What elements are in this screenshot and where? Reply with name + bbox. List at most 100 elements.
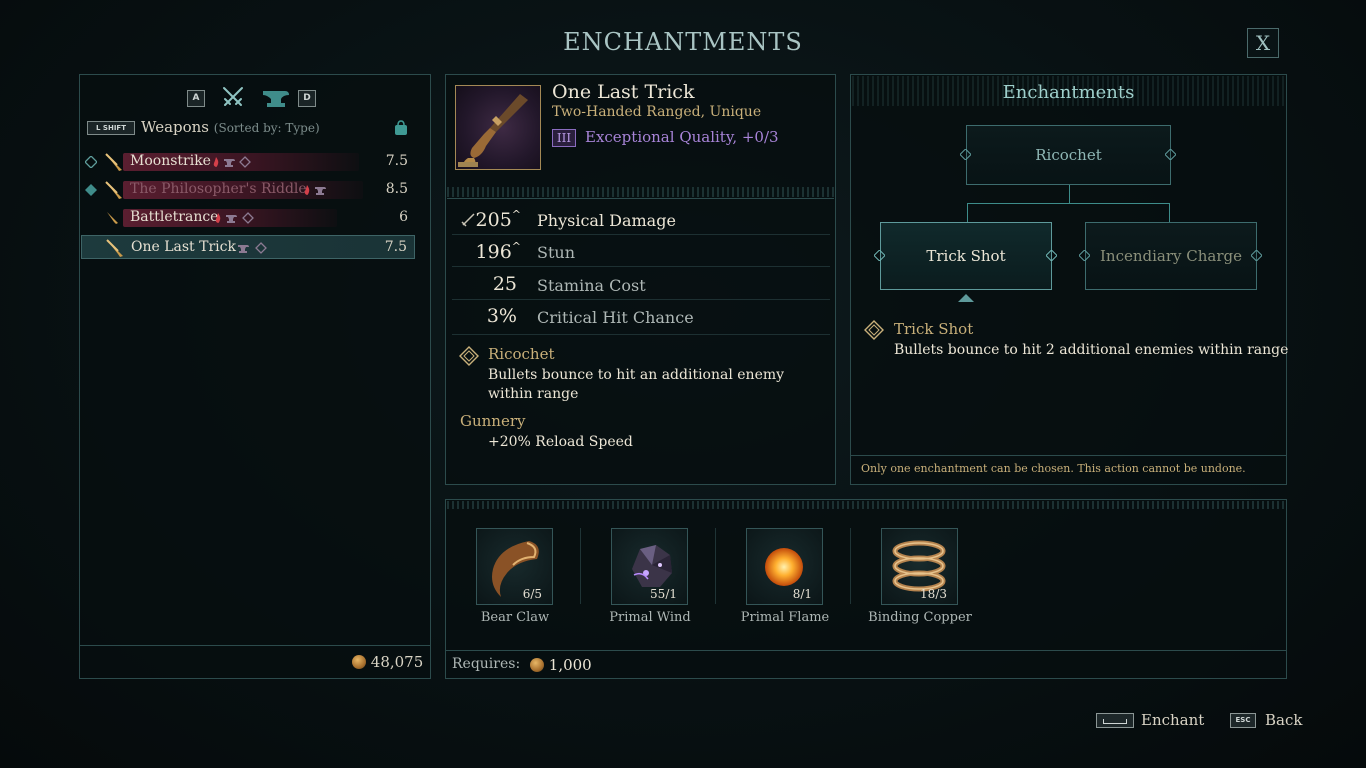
- item-quality: Exceptional Quality, +0/3: [585, 128, 779, 146]
- tree-connector: [1169, 203, 1170, 223]
- detail-divider: [447, 187, 834, 197]
- requires-label: Requires:: [452, 656, 521, 672]
- material-slot[interactable]: 18/3: [881, 528, 958, 605]
- node-diamond-icon: [874, 250, 885, 261]
- stat-label: Stamina Cost: [537, 276, 646, 295]
- anvil-icon: [224, 159, 235, 167]
- stat-row: 205^ Physical Damage: [452, 205, 830, 235]
- requires-amount: 1,000: [548, 656, 592, 674]
- list-item[interactable]: The Philosopher's Riddle 8.5: [81, 178, 415, 202]
- item-name: One Last Trick: [131, 239, 236, 255]
- stat-label: Physical Damage: [537, 211, 676, 230]
- item-title: One Last Trick: [552, 81, 695, 103]
- tree-connector: [967, 203, 1169, 204]
- diamond-icon: [239, 156, 251, 168]
- stat-row: 25 Stamina Cost: [452, 270, 830, 300]
- gold-amount: 48,075: [370, 653, 424, 671]
- list-header: Weapons (Sorted by: Type): [141, 118, 320, 136]
- passive-desc: +20% Reload Speed: [488, 434, 633, 450]
- gold-divider: [80, 645, 430, 646]
- stat-value: 25: [492, 273, 517, 295]
- item-name: Moonstrike: [130, 153, 211, 169]
- requires-cost: 1,000: [530, 656, 592, 674]
- gun-icon: [105, 153, 122, 171]
- tree-connector: [1069, 184, 1070, 204]
- back-hint-label[interactable]: Back: [1265, 711, 1302, 729]
- stat-label: Stun: [537, 243, 575, 262]
- anvil-icon: [315, 187, 326, 195]
- flame-icon: [304, 185, 310, 195]
- selected-enchant-name: Trick Shot: [894, 320, 974, 338]
- list-item[interactable]: Moonstrike 7.5: [81, 150, 415, 174]
- material-name: Primal Wind: [609, 610, 691, 625]
- stat-value: 3%: [486, 305, 517, 327]
- current-enchant-name: Ricochet: [488, 345, 555, 363]
- item-name: The Philosopher's Riddle: [130, 181, 307, 197]
- bag-icon[interactable]: [394, 120, 408, 136]
- enchant-node-incendiary-charge[interactable]: Incendiary Charge: [1085, 222, 1257, 290]
- node-diamond-icon: [1251, 250, 1262, 261]
- enchant-diamond-icon: [864, 320, 884, 340]
- flintlock-gun-icon: [458, 94, 528, 167]
- list-item[interactable]: Battletrance 6: [81, 206, 415, 230]
- item-value: 6: [399, 209, 408, 225]
- material-count: 55/1: [650, 587, 677, 601]
- pistol-icon: [107, 212, 118, 224]
- material-slot[interactable]: 6/5: [476, 528, 553, 605]
- material-slot[interactable]: 55/1: [611, 528, 688, 605]
- gold-coin-icon: [352, 655, 366, 669]
- sort-label[interactable]: (Sorted by: Type): [214, 121, 320, 135]
- gold-total: 48,075: [352, 653, 423, 671]
- list-item-selected[interactable]: One Last Trick 7.5: [81, 235, 415, 259]
- screen-title: ENCHANTMENTS: [563, 28, 803, 56]
- material-name: Primal Flame: [740, 610, 830, 625]
- anvil-icon[interactable]: [261, 85, 291, 111]
- flame-icon: [213, 157, 219, 167]
- material-count: 18/3: [920, 587, 947, 601]
- crossed-swords-icon[interactable]: [220, 84, 246, 110]
- anvil-icon: [238, 245, 249, 253]
- caret-up-icon: ^: [511, 240, 521, 253]
- caret-up-icon: ^: [511, 208, 521, 221]
- gun-icon: [105, 181, 122, 199]
- current-enchant-desc: Bullets bounce to hit an additional enem…: [488, 367, 785, 402]
- selection-caret-icon: [958, 294, 974, 302]
- materials-band: [447, 501, 1285, 509]
- material-slot[interactable]: 8/1: [746, 528, 823, 605]
- gun-icon: [106, 239, 123, 257]
- enchant-hint-label[interactable]: Enchant: [1141, 711, 1204, 729]
- stats-divider: [452, 334, 830, 335]
- material-name: Binding Copper: [868, 610, 972, 625]
- material-count: 8/1: [792, 587, 812, 601]
- passive-name: Gunnery: [460, 412, 526, 430]
- enchant-diamond-icon: [459, 346, 479, 366]
- warning-text: Only one enchantment can be chosen. This…: [861, 462, 1246, 475]
- diamond-icon: [85, 184, 97, 196]
- node-diamond-icon: [1165, 149, 1176, 160]
- escape-key-icon[interactable]: ESC: [1230, 713, 1256, 728]
- material-separator: [850, 528, 851, 604]
- item-value: 7.5: [385, 153, 408, 169]
- sword-icon: [461, 213, 475, 227]
- tab-left-key[interactable]: A: [187, 90, 205, 107]
- diamond-icon: [242, 212, 254, 224]
- stat-row: 3% Critical Hit Chance: [452, 302, 830, 332]
- item-name: Battletrance: [130, 209, 219, 225]
- stat-value: 196^: [475, 240, 521, 263]
- category-label: Weapons: [141, 118, 210, 136]
- spacebar-key-icon[interactable]: [1096, 713, 1134, 728]
- filter-key[interactable]: L SHIFT: [87, 121, 135, 135]
- node-diamond-icon: [960, 149, 971, 160]
- selected-enchant-desc: Bullets bounce to hit 2 additional enemi…: [894, 342, 1289, 358]
- node-diamond-icon: [1079, 250, 1090, 261]
- stat-value: 205^: [475, 208, 521, 231]
- tab-right-key[interactable]: D: [298, 90, 316, 107]
- material-name: Bear Claw: [480, 610, 550, 625]
- stat-row: 196^ Stun: [452, 237, 830, 267]
- close-button[interactable]: X: [1247, 28, 1279, 58]
- material-count: 6/5: [522, 587, 542, 601]
- material-separator: [580, 528, 581, 604]
- materials-panel: [445, 499, 1287, 679]
- item-type: Two-Handed Ranged, Unique: [552, 104, 762, 120]
- enchant-node-trick-shot[interactable]: Trick Shot: [880, 222, 1052, 290]
